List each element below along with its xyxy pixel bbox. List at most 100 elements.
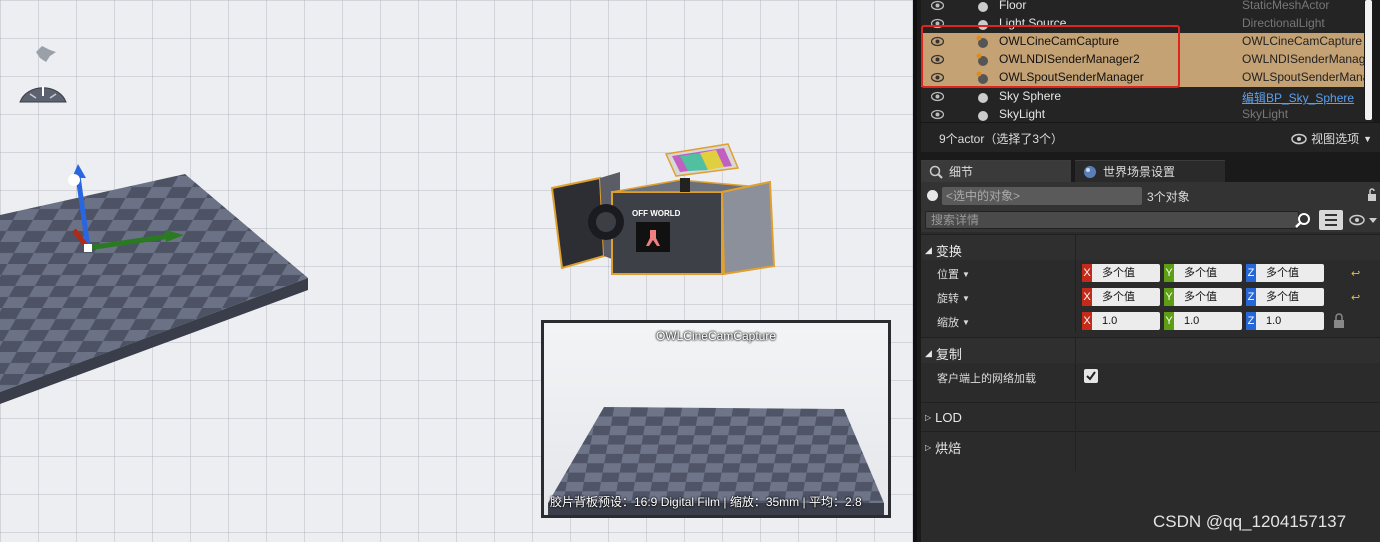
lock-icon[interactable] — [1366, 188, 1378, 202]
scale-x-value[interactable]: 1.0 — [1092, 312, 1160, 330]
tab-details-label: 细节 — [949, 165, 974, 179]
axis-x-label: X — [1082, 312, 1092, 330]
outliner-row-type: OWLNDISenderManager — [1242, 52, 1364, 66]
sky-light-icon[interactable] — [19, 46, 67, 103]
tab-details[interactable]: 细节 — [921, 160, 1071, 182]
category-replication[interactable]: ◢ 复制 — [921, 337, 1380, 363]
editor-window: OFF WORLD OWLCineCamCapture 胶片背板预设：16:9 … — [0, 0, 1380, 542]
net-load-label: 客户端上的网络加载 — [937, 373, 1036, 385]
floor-mesh[interactable] — [0, 174, 308, 404]
category-transform-label: 变换 — [935, 244, 962, 259]
location-y-field[interactable]: Y 多个值 — [1164, 264, 1242, 282]
outliner-row[interactable]: SkyLight SkyLight — [921, 106, 1364, 122]
category-replication-label: 复制 — [935, 347, 962, 362]
axis-x-label: X — [1082, 288, 1092, 306]
scale-label: 缩放 — [937, 317, 959, 329]
location-z-field[interactable]: Z 多个值 — [1246, 264, 1324, 282]
property-net-load: 客户端上的网络加载 — [921, 364, 1380, 400]
category-transform[interactable]: ◢ 变换 — [921, 234, 1380, 260]
scale-y-field[interactable]: Y 1.0 — [1164, 312, 1242, 330]
selection-dot-icon — [927, 190, 938, 201]
level-viewport[interactable]: OFF WORLD OWLCineCamCapture 胶片背板预设：16:9 … — [0, 0, 913, 542]
lock-icon[interactable] — [1333, 313, 1345, 329]
outliner-row-type: StaticMeshActor — [1242, 0, 1330, 12]
rotation-z-value[interactable]: 多个值 — [1256, 288, 1324, 306]
chevron-down-icon[interactable]: ▼ — [962, 270, 970, 279]
reset-arrow-icon[interactable]: ↩ — [1351, 267, 1360, 280]
location-y-value[interactable]: 多个值 — [1174, 264, 1242, 282]
outliner-row-name: Sky Sphere — [999, 89, 1062, 103]
scale-y-value[interactable]: 1.0 — [1174, 312, 1242, 330]
details-search-input[interactable]: 搜索详情 — [925, 211, 1299, 229]
eye-icon — [1291, 133, 1307, 144]
tab-world-settings-label: 世界场景设置 — [1103, 165, 1176, 179]
axis-z-label: Z — [1246, 312, 1256, 330]
selection-highlight-box — [921, 25, 1180, 88]
panel-tabs: 细节 世界场景设置 — [921, 160, 1380, 182]
chevron-down-icon[interactable]: ▼ — [962, 318, 970, 327]
scale-z-value[interactable]: 1.0 — [1256, 312, 1324, 330]
checkmark-icon — [1086, 371, 1096, 381]
location-label: 位置 — [937, 269, 959, 281]
location-x-field[interactable]: X 多个值 — [1082, 264, 1160, 282]
location-x-value[interactable]: 多个值 — [1092, 264, 1160, 282]
globe-icon — [1084, 165, 1096, 178]
outliner-row-type: OWLCineCamCapture — [1242, 34, 1363, 48]
outliner-row-type: OWLSpoutSenderManager — [1242, 70, 1364, 84]
visibility-eye-icon[interactable] — [931, 109, 944, 120]
rotation-y-value[interactable]: 多个值 — [1174, 288, 1242, 306]
visibility-options-icon[interactable] — [1349, 213, 1379, 227]
reset-arrow-icon[interactable]: ↩ — [1351, 291, 1360, 304]
property-matrix-button[interactable] — [1319, 210, 1343, 230]
details-search-row: 搜索详情 — [921, 208, 1380, 232]
outliner-row-type[interactable]: 编辑BP_Sky_Sphere — [1242, 89, 1364, 106]
category-baking-label: 烘焙 — [935, 441, 962, 456]
category-lod-label: LOD — [935, 410, 962, 425]
outliner-row-type: SkyLight — [1242, 107, 1289, 121]
property-rotation: 旋转 ▼ X 多个值 Y 多个值 Z 多个值 ↩ — [921, 285, 1380, 309]
outliner-scrollbar[interactable] — [1364, 0, 1373, 120]
scale-x-field[interactable]: X 1.0 — [1082, 312, 1160, 330]
view-options-label: 视图选项 — [1311, 132, 1360, 146]
outliner-row-name: Floor — [999, 0, 1027, 12]
list-icon — [1325, 214, 1337, 226]
net-load-checkbox[interactable] — [1084, 369, 1098, 383]
preview-scene — [548, 407, 884, 515]
rotation-x-value[interactable]: 多个值 — [1092, 288, 1160, 306]
selected-object-field[interactable]: <选中的对象> — [942, 187, 1142, 205]
object-count: 3个对象 — [1147, 190, 1190, 204]
search-icon[interactable] — [1295, 212, 1311, 228]
visibility-eye-icon[interactable] — [931, 91, 944, 102]
property-scale: 缩放 ▼ X 1.0 Y 1.0 Z 1.0 — [921, 309, 1380, 333]
chevron-down-icon: ▼ — [1363, 133, 1372, 144]
outliner-row[interactable]: Floor StaticMeshActor — [921, 0, 1364, 15]
rotation-y-field[interactable]: Y 多个值 — [1164, 288, 1242, 306]
outliner-row-type: DirectionalLight — [1242, 16, 1325, 30]
preview-footer: 胶片背板预设：16:9 Digital Film | 缩放：35mm | 平均：… — [550, 495, 862, 509]
rotation-z-field[interactable]: Z 多个值 — [1246, 288, 1324, 306]
camera-preview-window: OWLCineCamCapture 胶片背板预设：16:9 Digital Fi… — [541, 320, 891, 518]
outliner-status-bar: 9个actor（选择了3个） 视图选项 ▼ — [921, 122, 1380, 152]
visibility-eye-icon[interactable] — [931, 0, 944, 11]
scale-z-field[interactable]: Z 1.0 — [1246, 312, 1324, 330]
view-options-button[interactable]: 视图选项 ▼ — [1291, 130, 1372, 147]
axis-y-label: Y — [1164, 264, 1174, 282]
actor-count-text: 9个actor（选择了3个） — [939, 132, 1064, 146]
watermark-text: CSDN @qq_1204157137 — [1153, 512, 1347, 531]
chevron-right-icon: ▷ — [925, 443, 932, 452]
category-lod[interactable]: ▷ LOD — [921, 402, 1380, 430]
axis-y-label: Y — [1164, 312, 1174, 330]
skylight-icon — [978, 111, 988, 121]
rotation-x-field[interactable]: X 多个值 — [1082, 288, 1160, 306]
chevron-down-icon: ◢ — [925, 245, 932, 255]
location-z-value[interactable]: 多个值 — [1256, 264, 1324, 282]
chevron-down-icon[interactable]: ▼ — [962, 294, 970, 303]
static-mesh-icon — [978, 2, 988, 12]
outliner-row[interactable]: Sky Sphere 编辑BP_Sky_Sphere — [921, 88, 1364, 106]
tab-world-settings[interactable]: 世界场景设置 — [1075, 160, 1225, 182]
category-baking[interactable]: ▷ 烘焙 — [921, 431, 1380, 459]
camera-logo-text: OFF WORLD — [632, 209, 681, 218]
axis-z-label: Z — [1246, 264, 1256, 282]
details-panel: <选中的对象> 3个对象 搜索详情 ◢ 变换 位置 ▼ X 多个值 Y 多个值 … — [921, 182, 1380, 542]
chevron-down-icon: ◢ — [925, 348, 932, 358]
